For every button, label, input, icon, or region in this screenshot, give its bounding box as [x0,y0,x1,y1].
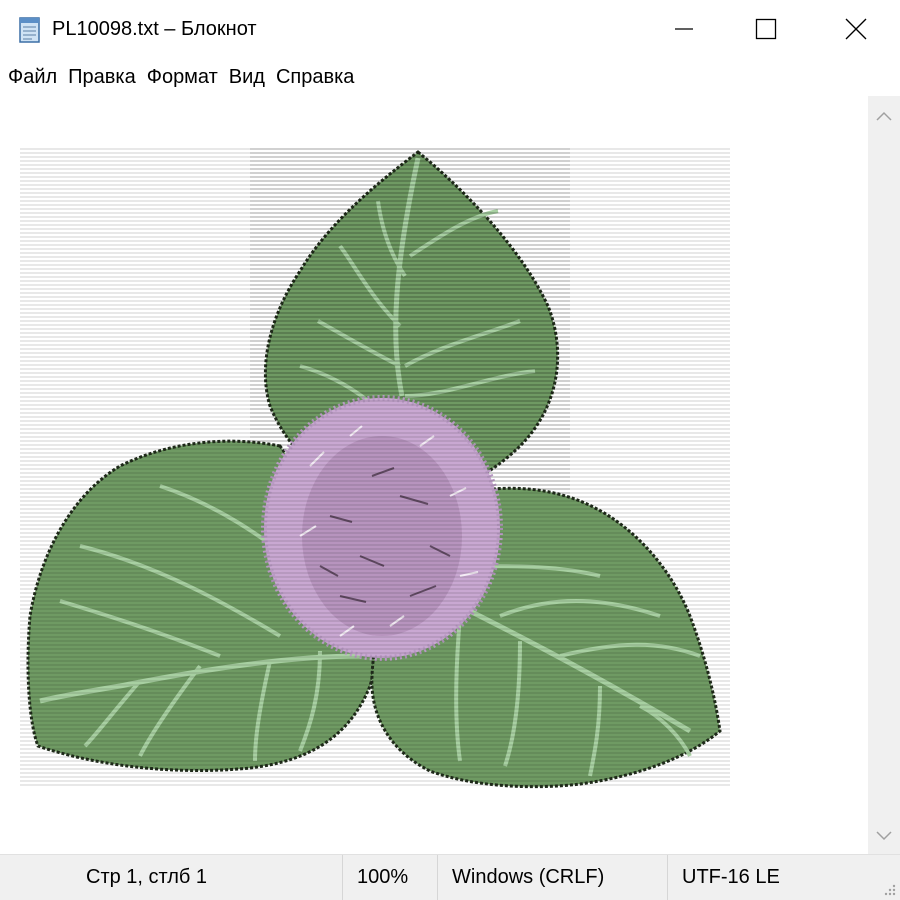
ascii-art-flower-image [20,146,730,789]
encoding-text: UTF-16 LE [682,866,780,888]
vertical-scrollbar[interactable] [868,96,900,854]
close-icon [845,18,867,40]
cursor-position-text: Стр 1, стлб 1 [86,866,208,888]
menu-view[interactable]: Вид [229,66,273,89]
status-encoding: UTF-16 LE [667,855,900,900]
menu-bar: Файл Правка Формат Вид Справка [0,58,900,96]
menu-help[interactable]: Справка [276,66,362,89]
menu-edit[interactable]: Правка [68,66,144,89]
status-bar: Стр 1, стлб 1 100% Windows (CRLF) UTF-16… [0,854,900,900]
chevron-up-icon [876,111,892,121]
chevron-down-icon [876,831,892,841]
status-zoom: 100% [342,855,437,900]
notepad-icon [18,15,42,43]
resize-grip-icon[interactable] [882,882,896,896]
window-title: PL10098.txt – Блокнот [52,18,257,40]
minimize-button[interactable] [638,0,730,58]
status-position: Стр 1, стлб 1 [72,855,342,900]
status-line-ending: Windows (CRLF) [437,855,667,900]
close-button[interactable] [810,0,900,58]
zoom-level-text: 100% [357,866,409,888]
line-ending-text: Windows (CRLF) [452,866,605,888]
menu-format[interactable]: Формат [147,66,226,89]
minimize-icon [675,28,693,30]
scroll-down-button[interactable] [868,820,900,852]
maximize-icon [755,18,777,40]
menu-file[interactable]: Файл [8,66,65,89]
title-bar: PL10098.txt – Блокнот [0,0,900,58]
maximize-button[interactable] [720,0,812,58]
text-editor-area[interactable] [0,96,868,854]
scroll-up-button[interactable] [868,100,900,132]
